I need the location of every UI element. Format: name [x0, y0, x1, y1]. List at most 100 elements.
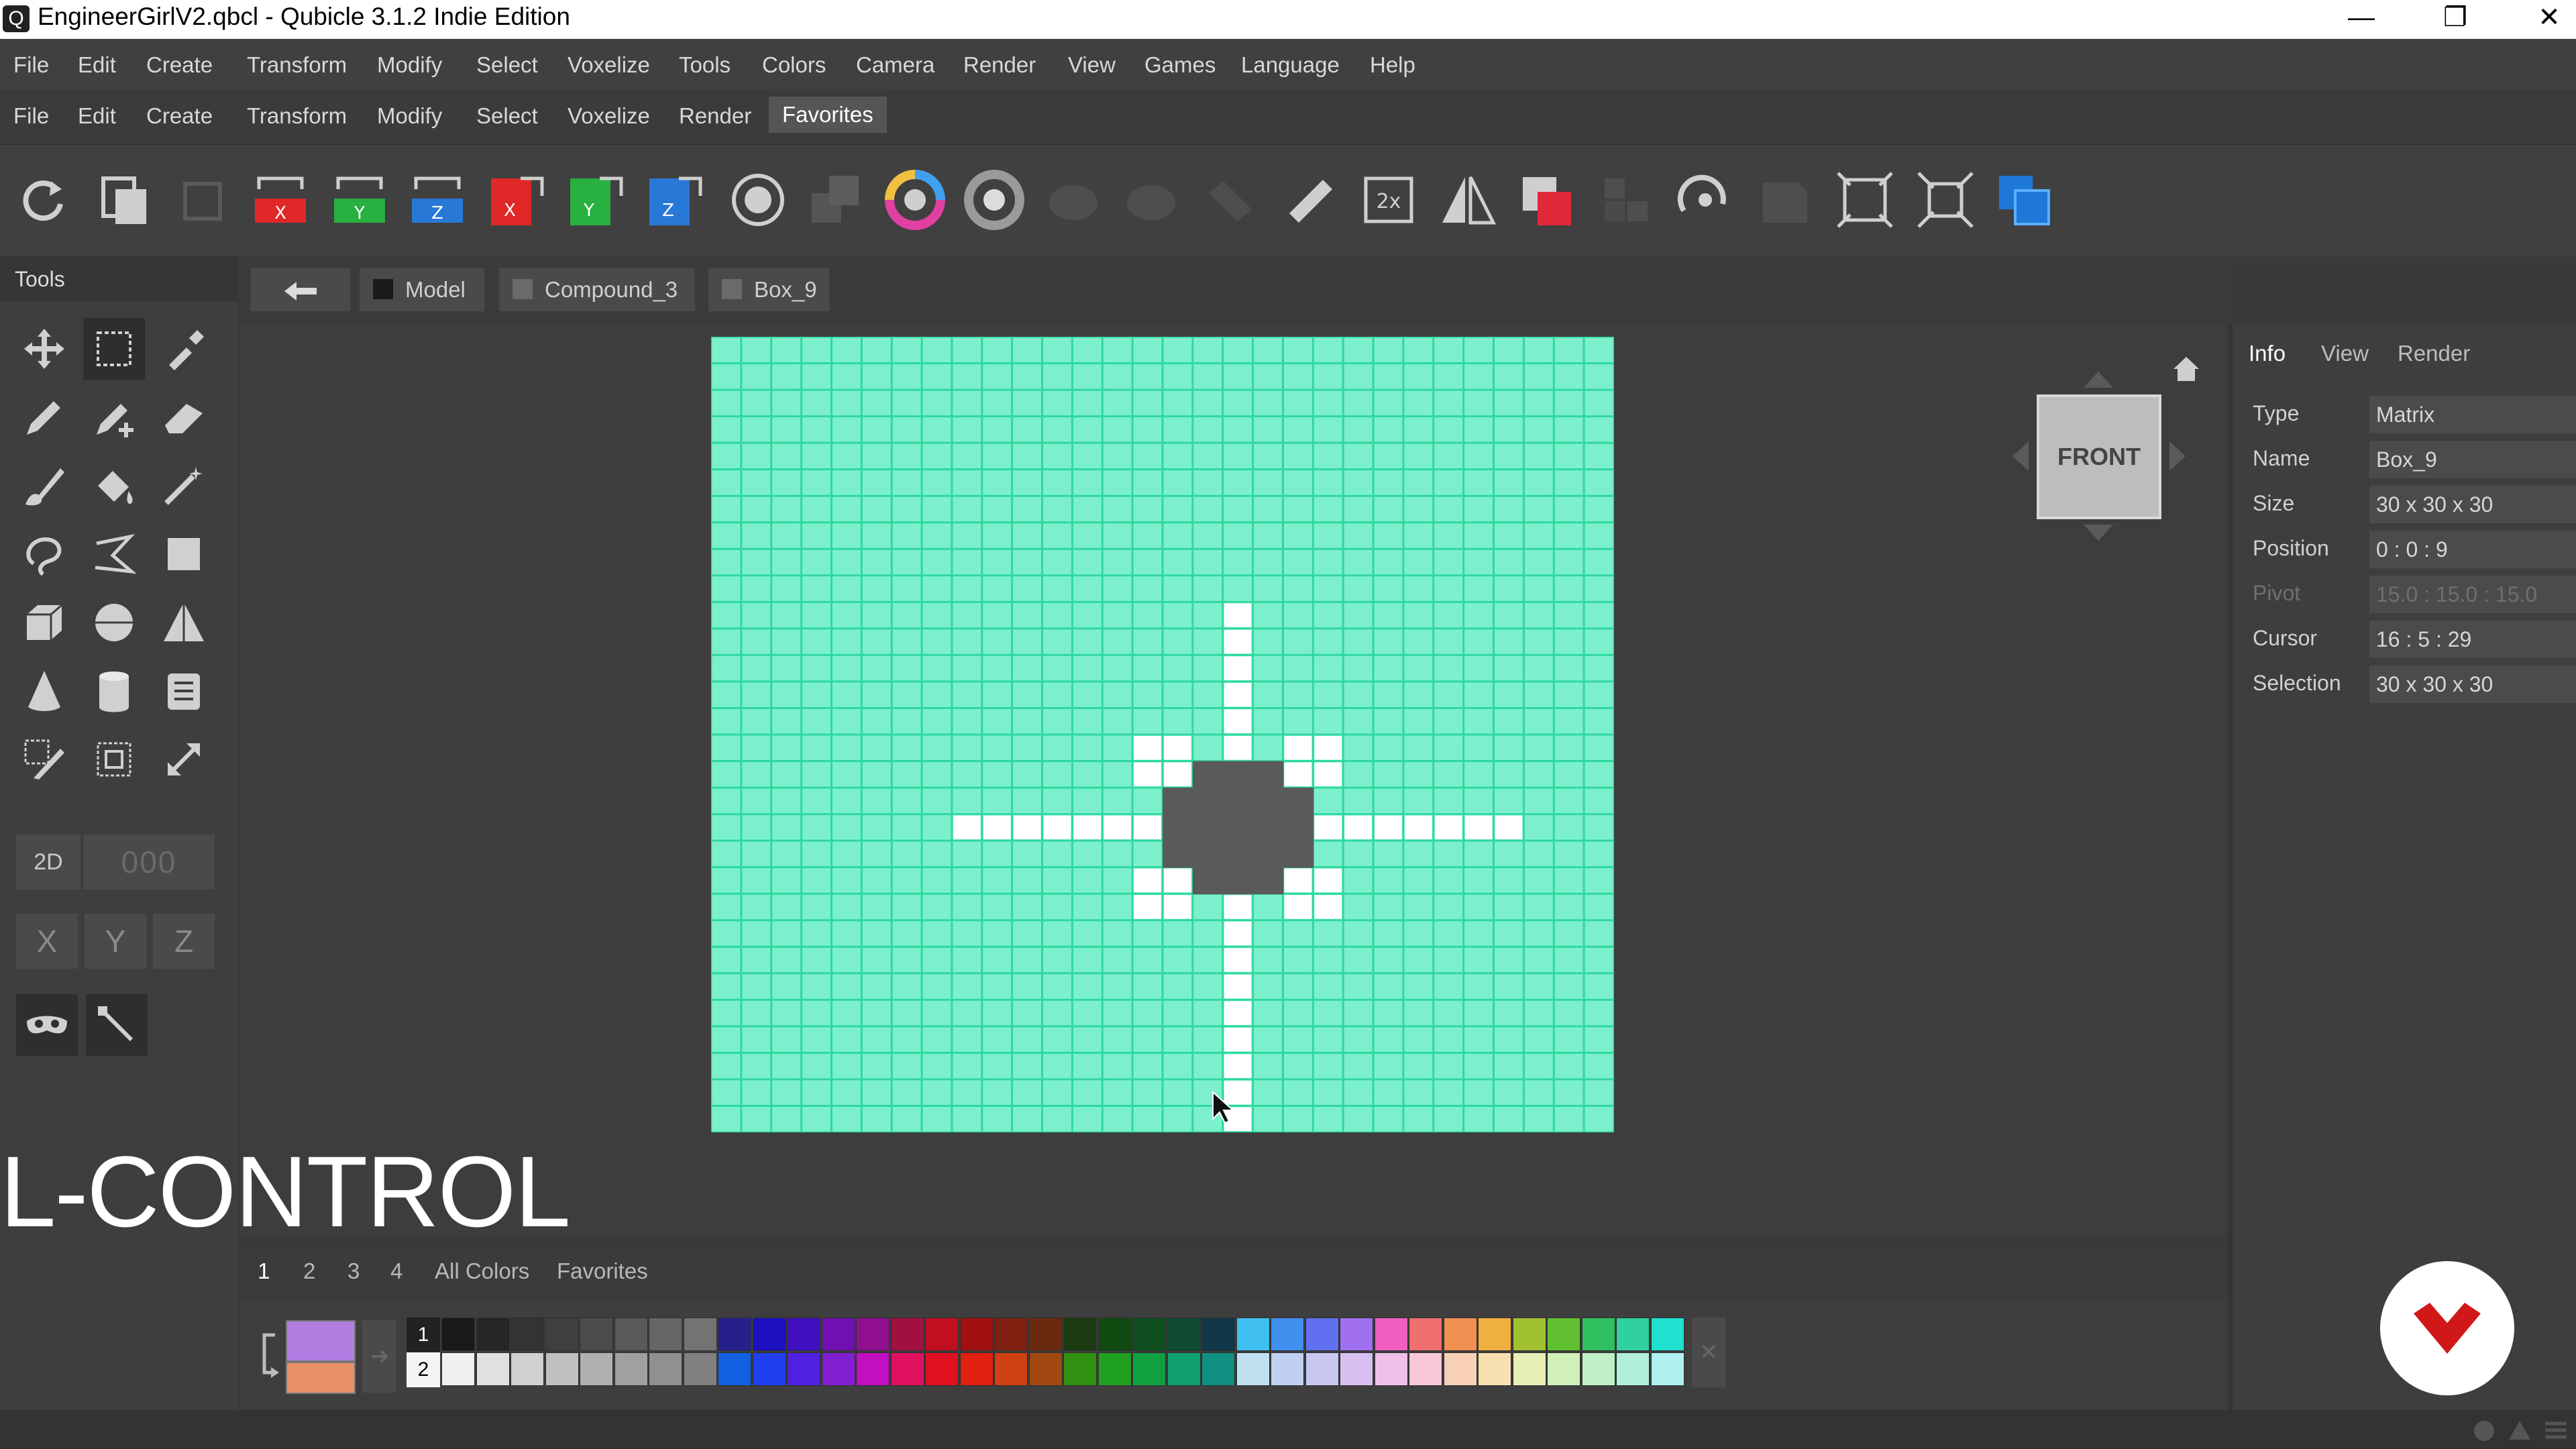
color-swatch[interactable]: [1512, 1318, 1546, 1351]
color-swatch[interactable]: [1271, 1318, 1304, 1351]
color-swatch[interactable]: [1581, 1318, 1615, 1351]
rotate-x-icon[interactable]: X: [486, 169, 547, 231]
menu-file[interactable]: File: [13, 52, 49, 78]
color-swatch[interactable]: [787, 1318, 820, 1351]
voxel-canvas[interactable]: [711, 337, 1614, 1132]
menu-language[interactable]: Language: [1241, 52, 1340, 78]
tab-info[interactable]: Info: [2249, 341, 2286, 366]
info-value[interactable]: 0 : 0 : 9: [2369, 531, 2576, 568]
mirror-x-icon[interactable]: X: [250, 169, 311, 231]
minimize-icon[interactable]: —: [2314, 0, 2408, 39]
ribbon-create[interactable]: Create: [146, 103, 213, 129]
color-swatch[interactable]: [1132, 1318, 1166, 1351]
tab-render[interactable]: Render: [2398, 341, 2470, 366]
color-swatch[interactable]: [476, 1352, 510, 1386]
axis-z-button[interactable]: Z: [153, 914, 215, 969]
color-swatch[interactable]: [683, 1318, 717, 1351]
color-swatch[interactable]: [1271, 1352, 1304, 1386]
info-value[interactable]: Box_9: [2369, 441, 2576, 478]
ribbon-edit[interactable]: Edit: [78, 103, 116, 129]
color-swatch[interactable]: [1616, 1352, 1650, 1386]
color-swatch[interactable]: [856, 1352, 890, 1386]
brush-disabled-icon[interactable]: [1199, 169, 1261, 231]
axis-x-button[interactable]: X: [16, 914, 78, 969]
cylinder-tool-icon[interactable]: [83, 660, 145, 722]
scale-2x-icon[interactable]: 2x: [1358, 169, 1419, 231]
color-swatch[interactable]: [1374, 1352, 1408, 1386]
color-swatch[interactable]: [1097, 1352, 1132, 1386]
color-swatch[interactable]: [821, 1318, 855, 1351]
ribbon-modify[interactable]: Modify: [377, 103, 442, 129]
color-swatch[interactable]: [1340, 1352, 1373, 1386]
pencil-add-icon[interactable]: [83, 386, 145, 448]
mode-3d-button[interactable]: 000: [83, 835, 215, 890]
mode-2d-button[interactable]: 2D: [16, 835, 80, 890]
color-swatch[interactable]: [925, 1318, 959, 1351]
color-swatch[interactable]: [1581, 1352, 1615, 1386]
color-swatch[interactable]: [994, 1352, 1028, 1386]
color-swatch[interactable]: [959, 1352, 994, 1386]
sphere-target-icon[interactable]: [727, 169, 789, 231]
ribbon-select[interactable]: Select: [476, 103, 538, 129]
cube-tool-icon[interactable]: [13, 592, 75, 653]
color-swatch[interactable]: [752, 1318, 786, 1351]
nav-up-arrow-icon[interactable]: [2078, 370, 2118, 390]
color-swatch[interactable]: [511, 1318, 544, 1351]
close-icon[interactable]: ✕: [2502, 0, 2576, 39]
color-swatch[interactable]: [718, 1318, 751, 1351]
color-swatch[interactable]: [1063, 1318, 1097, 1351]
split-disabled-icon[interactable]: [1595, 169, 1657, 231]
color-swatch[interactable]: [580, 1352, 613, 1386]
color-swatch[interactable]: [1167, 1352, 1201, 1386]
color-swatch[interactable]: [1063, 1352, 1097, 1386]
color-swatch[interactable]: [441, 1318, 475, 1351]
color-swatch[interactable]: [683, 1352, 717, 1386]
menu-edit[interactable]: Edit: [78, 52, 116, 78]
polygon-select-icon[interactable]: [83, 523, 145, 585]
breadcrumb-compound[interactable]: Compound_3: [499, 268, 695, 311]
tab-view[interactable]: View: [2321, 341, 2369, 366]
paint-selection-icon[interactable]: [13, 729, 75, 790]
fit-all-icon[interactable]: [1915, 169, 1976, 231]
color-swatch[interactable]: [1650, 1318, 1684, 1351]
restore-icon[interactable]: ❐: [2408, 0, 2502, 39]
select-box-tool-icon[interactable]: [83, 318, 145, 380]
color-swatch[interactable]: [1097, 1318, 1132, 1351]
lens-alt-icon[interactable]: [1120, 169, 1182, 231]
palette-arrow-button[interactable]: [362, 1320, 396, 1393]
menu-create[interactable]: Create: [146, 52, 213, 78]
flip-icon[interactable]: [1437, 169, 1499, 231]
color-swatch[interactable]: [1167, 1318, 1201, 1351]
palette-tab-all-colors[interactable]: All Colors: [435, 1258, 529, 1284]
color-swatch[interactable]: [649, 1318, 682, 1351]
color-swatch[interactable]: [925, 1352, 959, 1386]
back-arrow-icon[interactable]: [251, 268, 350, 311]
mirror-y-icon[interactable]: Y: [329, 169, 390, 231]
color-swatch[interactable]: [614, 1318, 648, 1351]
move-tool-icon[interactable]: [13, 318, 75, 380]
color-swatch[interactable]: [1409, 1318, 1442, 1351]
color-swatch[interactable]: [821, 1352, 855, 1386]
mirror-z-icon[interactable]: Z: [407, 169, 468, 231]
color-swatch[interactable]: [1616, 1318, 1650, 1351]
paint-bucket-icon[interactable]: [83, 455, 145, 517]
grayscale-icon[interactable]: [963, 169, 1025, 231]
color-swatch[interactable]: [1340, 1318, 1373, 1351]
layer-icon[interactable]: [1994, 169, 2055, 231]
menu-camera[interactable]: Camera: [856, 52, 934, 78]
menu-transform[interactable]: Transform: [247, 52, 347, 78]
info-value[interactable]: 30 x 30 x 30: [2369, 486, 2576, 523]
palette-tab-favorites[interactable]: Favorites: [557, 1258, 648, 1284]
info-value[interactable]: Matrix: [2369, 396, 2576, 433]
color-swatch[interactable]: [1443, 1352, 1477, 1386]
color-swatch[interactable]: [856, 1318, 890, 1351]
color-swatch[interactable]: [787, 1352, 820, 1386]
color-swatch[interactable]: [890, 1318, 924, 1351]
shape-disabled-icon[interactable]: [1754, 169, 1815, 231]
color-swatch[interactable]: [1201, 1318, 1235, 1351]
nav-down-arrow-icon[interactable]: [2078, 522, 2118, 542]
menu-tools[interactable]: Tools: [679, 52, 731, 78]
color-swatch[interactable]: [649, 1352, 682, 1386]
color-swatch[interactable]: [614, 1352, 648, 1386]
color-swatch[interactable]: [545, 1318, 579, 1351]
